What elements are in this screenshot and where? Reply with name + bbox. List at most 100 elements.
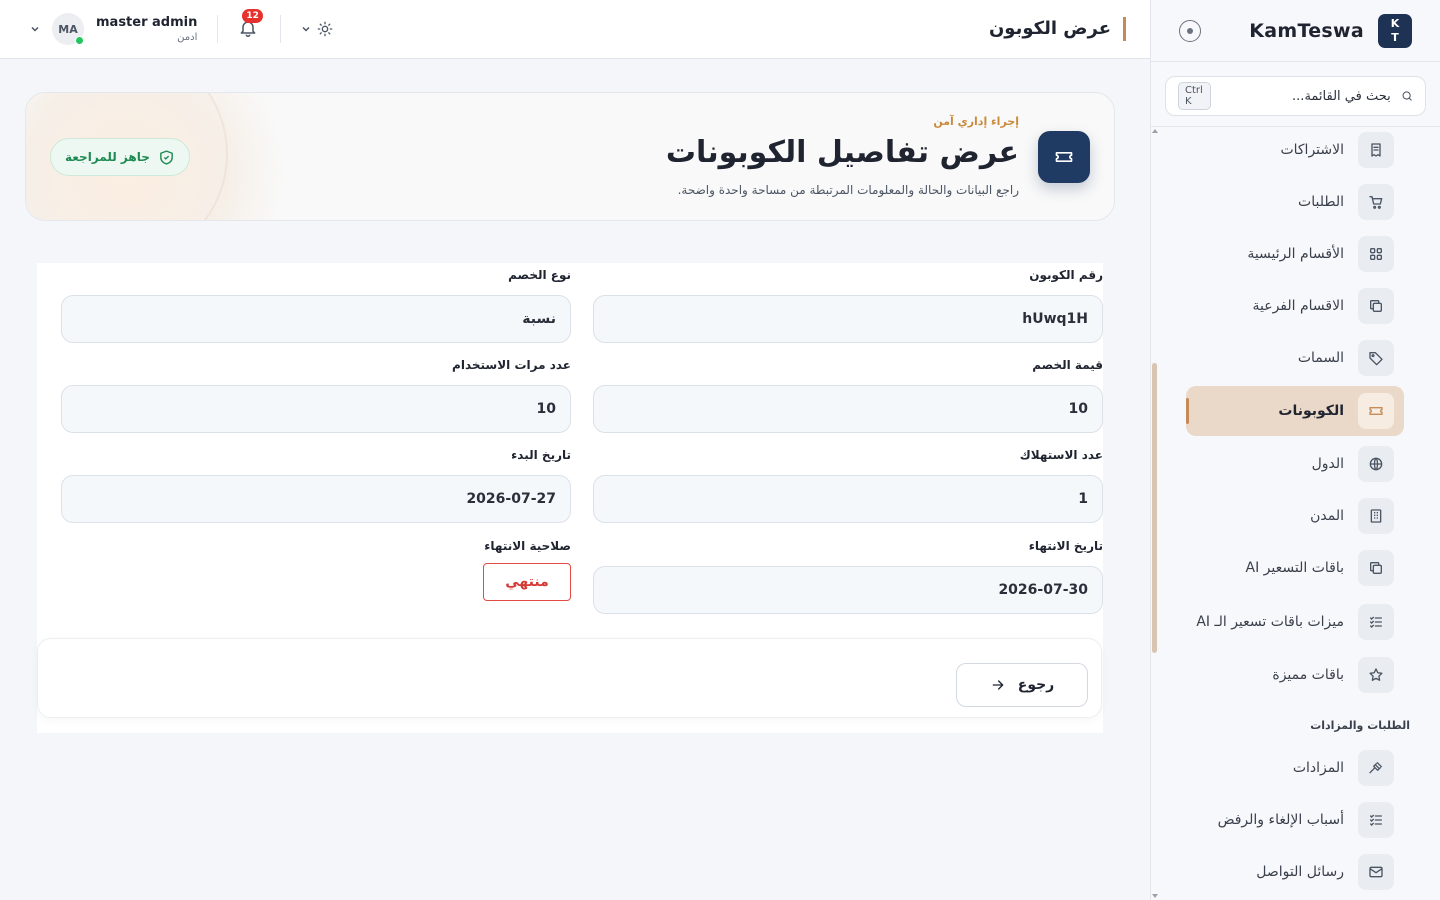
expired-status-badge: منتهي <box>483 563 571 601</box>
tag-icon <box>1358 340 1394 376</box>
redemptions-value: 1 <box>593 475 1103 523</box>
sidebar-header: K T KamTeswa <box>1151 0 1440 62</box>
notifications-button[interactable]: 12 <box>238 9 263 40</box>
sidebar-search-input[interactable] <box>1220 88 1391 104</box>
avatar-initials: MA <box>58 22 78 36</box>
field-label: نوع الخصم <box>508 268 571 282</box>
user-name: master admin <box>96 15 198 30</box>
ticket-icon <box>1358 393 1394 429</box>
hero-title: عرض تفاصيل الكوبونات <box>665 135 1019 170</box>
sidebar-item-orders[interactable]: الطلبات <box>1186 177 1404 227</box>
form-actions: رجوع <box>37 638 1102 718</box>
field-label: تاريخ البدء <box>511 448 571 462</box>
sidebar-item-auctions[interactable]: المزادات <box>1186 743 1404 793</box>
topbar: عرض الكوبون MA master admin ادمن 12 <box>0 0 1150 59</box>
sidebar-item-label: المزادات <box>1292 759 1344 776</box>
sidebar-item-attributes[interactable]: السمات <box>1186 333 1404 383</box>
sidebar-scrollbar[interactable] <box>1152 363 1157 653</box>
brand-logo-bottom: T <box>1391 30 1399 44</box>
brand[interactable]: K T KamTeswa <box>1249 13 1412 48</box>
back-button-label: رجوع <box>1017 677 1055 693</box>
topbar-divider <box>280 15 282 43</box>
field-label: عدد الاستهلاك <box>1019 448 1103 462</box>
field-label: تاريخ الانتهاء <box>1028 539 1103 553</box>
page-title: عرض الكوبون <box>989 17 1126 41</box>
page-hero: إجراء إداري آمن عرض تفاصيل الكوبونات راج… <box>25 92 1115 221</box>
copy-icon <box>1358 550 1394 586</box>
expiry-status-field: صلاحية الانتهاء منتهي <box>61 537 571 601</box>
theme-toggle[interactable] <box>301 21 333 37</box>
list-check-icon <box>1358 604 1394 640</box>
brand-name: KamTeswa <box>1249 19 1364 42</box>
building-icon <box>1358 498 1394 534</box>
globe-icon <box>1358 446 1394 482</box>
field-label: صلاحية الانتهاء <box>484 539 571 553</box>
sidebar: K T KamTeswa Ctrl K الاشتراكات <box>1150 0 1440 900</box>
sidebar-nav: الاشتراكات الطلبات الأقسام الرئيسية الاق… <box>1150 126 1440 900</box>
chevron-down-icon[interactable] <box>30 24 40 34</box>
field-label: عدد مرات الاستخدام <box>452 358 571 372</box>
sidebar-item-ai-pricing-plans[interactable]: باقات التسعير AI <box>1186 543 1404 593</box>
sidebar-item-countries[interactable]: الدول <box>1186 439 1404 489</box>
sidebar-item-label: ميزات باقات تسعير الـ AI <box>1196 613 1344 630</box>
sidebar-item-coupons[interactable]: الكوبونات <box>1186 386 1404 436</box>
online-status-dot <box>75 36 84 45</box>
redemptions-field: عدد الاستهلاك 1 <box>593 446 1103 523</box>
user-menu[interactable]: master admin ادمن <box>96 15 197 43</box>
sun-icon <box>318 21 333 37</box>
sidebar-item-label: الطلبات <box>1298 193 1344 210</box>
avatar[interactable]: MA <box>52 13 84 45</box>
sidebar-item-label: رسائل التواصل <box>1256 863 1344 880</box>
sidebar-item-label: المدن <box>1310 507 1344 524</box>
start-date-value: 2026-07-27 <box>61 475 571 523</box>
brand-logo-top: K <box>1390 16 1400 30</box>
sidebar-item-label: الكوبونات <box>1278 402 1344 419</box>
list-check-icon <box>1358 802 1394 838</box>
discount-value-field: قيمة الخصم 10 <box>593 356 1103 433</box>
end-date-field: تاريخ الانتهاء 2026-07-30 <box>593 537 1103 614</box>
receipt-icon <box>1358 132 1394 168</box>
sidebar-item-cancel-reasons[interactable]: أسباب الإلغاء والرفض <box>1186 795 1404 845</box>
end-date-value: 2026-07-30 <box>593 566 1103 614</box>
scroll-down-icon[interactable] <box>1152 894 1158 898</box>
sidebar-item-label: باقات التسعير AI <box>1245 559 1345 576</box>
sidebar-item-label: أسباب الإلغاء والرفض <box>1217 811 1344 828</box>
sidebar-item-label: الاقسام الفرعية <box>1252 297 1345 314</box>
sidebar-collapse-toggle-icon[interactable] <box>1179 19 1201 42</box>
coupon-code-value: hUwq1H <box>593 295 1103 343</box>
sidebar-item-cities[interactable]: المدن <box>1186 491 1404 541</box>
cart-icon <box>1358 184 1394 220</box>
sidebar-item-main-categories[interactable]: الأقسام الرئيسية <box>1186 229 1404 279</box>
field-label: قيمة الخصم <box>1032 358 1103 372</box>
brand-logo: K T <box>1378 13 1412 48</box>
notifications-count-badge: 12 <box>242 9 263 23</box>
back-button[interactable]: رجوع <box>956 663 1088 707</box>
sidebar-item-contact-messages[interactable]: رسائل التواصل <box>1186 847 1404 897</box>
scroll-up-icon[interactable] <box>1152 129 1158 133</box>
sidebar-item-sub-categories[interactable]: الاقسام الفرعية <box>1186 281 1404 331</box>
star-icon <box>1358 657 1394 693</box>
search-icon <box>1402 91 1412 101</box>
mail-icon <box>1358 854 1394 890</box>
hero-eyebrow: إجراء إداري آمن <box>933 115 1019 128</box>
start-date-field: تاريخ البدء 2026-07-27 <box>61 446 571 523</box>
arrow-right-icon <box>992 680 1004 690</box>
ticket-icon <box>1038 131 1090 183</box>
discount-value-value: 10 <box>593 385 1103 433</box>
status-badge-label: جاهز للمراجعة <box>65 150 150 164</box>
gavel-icon <box>1358 750 1394 786</box>
sidebar-item-subscriptions[interactable]: الاشتراكات <box>1186 127 1404 175</box>
hero-subtitle: راجع البيانات والحالة والمعلومات المرتبط… <box>677 183 1019 197</box>
status-badge: جاهز للمراجعة <box>50 138 190 176</box>
sidebar-section-orders-auctions: الطلبات والمزادات <box>1310 719 1410 732</box>
sidebar-item-label: الدول <box>1311 455 1344 472</box>
sidebar-item-ai-plan-features[interactable]: ميزات باقات تسعير الـ AI <box>1186 597 1404 647</box>
sidebar-item-label: السمات <box>1297 349 1344 366</box>
usage-count-field: عدد مرات الاستخدام 10 <box>61 356 571 433</box>
topbar-actions: MA master admin ادمن 12 <box>30 9 333 45</box>
user-role: ادمن <box>177 32 198 43</box>
sidebar-item-featured-plans[interactable]: باقات مميزة <box>1186 650 1404 700</box>
discount-type-value: نسبة <box>61 295 571 343</box>
sidebar-item-label: الأقسام الرئيسية <box>1247 245 1344 262</box>
sidebar-item-label: باقات مميزة <box>1272 666 1344 683</box>
